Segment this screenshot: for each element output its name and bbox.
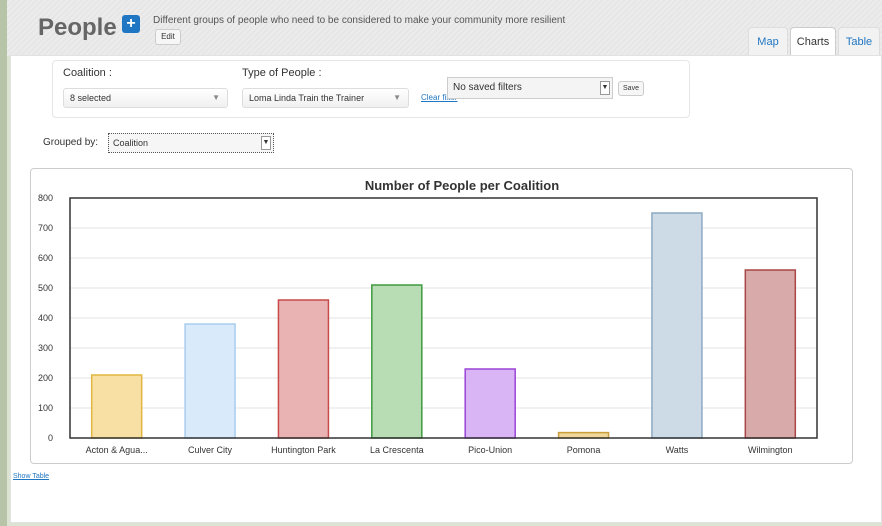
grouped-by-value: Coalition: [113, 138, 149, 148]
saved-filters-value: No saved filters: [453, 82, 522, 93]
page-description: Different groups of people who need to b…: [153, 15, 566, 26]
chart-title: Number of People per Coalition: [365, 178, 559, 193]
type-select-value: Loma Linda Train the Trainer: [249, 93, 365, 103]
y-tick-label: 0: [48, 433, 53, 443]
bar-pico-union[interactable]: [464, 368, 516, 439]
x-tick-label: La Crescenta: [370, 445, 424, 455]
y-tick-label: 600: [38, 253, 53, 263]
x-tick-label: Pico-Union: [468, 445, 512, 455]
bar-watts[interactable]: [651, 212, 703, 439]
y-tick-label: 500: [38, 283, 53, 293]
chart-panel: Number of People per Coalition 0 100 200 30…: [30, 168, 853, 464]
coalition-label: Coalition :: [63, 67, 112, 79]
add-button[interactable]: +: [122, 15, 140, 33]
page: People + Different groups of people who …: [7, 0, 882, 526]
tab-charts[interactable]: Charts: [790, 27, 836, 55]
coalition-select-value: 8 selected: [70, 93, 112, 103]
x-tick-label: Watts: [666, 445, 689, 455]
edit-button[interactable]: Edit: [155, 29, 181, 45]
saved-filters-select[interactable]: No saved filters ▼: [447, 77, 613, 99]
tab-map[interactable]: Map: [748, 27, 788, 55]
bar-chart: Number of People per Coalition 0 100 200 30…: [38, 178, 818, 455]
bar-acton-agua[interactable]: [90, 374, 143, 439]
type-label: Type of People :: [242, 67, 322, 79]
page-header: People + Different groups of people who …: [7, 0, 882, 56]
chevron-down-icon: ▼: [212, 93, 220, 102]
show-table-link[interactable]: Show Table: [13, 473, 49, 480]
x-tick-label: Huntington Park: [271, 445, 336, 455]
save-button[interactable]: Save: [618, 81, 644, 96]
x-tick-label: Culver City: [188, 445, 233, 455]
coalition-select[interactable]: 8 selected ▼: [63, 88, 228, 108]
main-content: Coalition : 8 selected ▼ Type of People …: [10, 55, 882, 523]
y-tick-label: 200: [38, 373, 53, 383]
y-tick-label: 300: [38, 343, 53, 353]
bar-wilmington[interactable]: [744, 269, 797, 439]
y-tick-label: 800: [38, 193, 53, 203]
x-tick-label: Pomona: [567, 445, 601, 455]
chevron-down-icon: ▼: [393, 93, 401, 102]
bar-huntington-park[interactable]: [277, 299, 330, 439]
chevron-down-icon: ▼: [600, 81, 610, 95]
x-tick-label: Acton & Agua...: [86, 445, 148, 455]
chevron-down-icon: ▼: [261, 136, 271, 150]
tab-table[interactable]: Table: [838, 27, 880, 55]
grouped-by-label: Grouped by:: [43, 137, 99, 148]
y-tick-label: 100: [38, 403, 53, 413]
y-tick-label: 700: [38, 223, 53, 233]
type-select[interactable]: Loma Linda Train the Trainer ▼: [242, 88, 409, 108]
grouped-by-select[interactable]: Coalition ▼: [108, 133, 274, 153]
bar-la-crescenta[interactable]: [371, 284, 423, 439]
page-title: People: [38, 14, 117, 41]
plus-icon: +: [126, 15, 136, 32]
y-tick-label: 400: [38, 313, 53, 323]
x-tick-label: Wilmington: [748, 445, 793, 455]
bar-pomona[interactable]: [557, 431, 610, 439]
bar-culver-city[interactable]: [184, 323, 236, 439]
